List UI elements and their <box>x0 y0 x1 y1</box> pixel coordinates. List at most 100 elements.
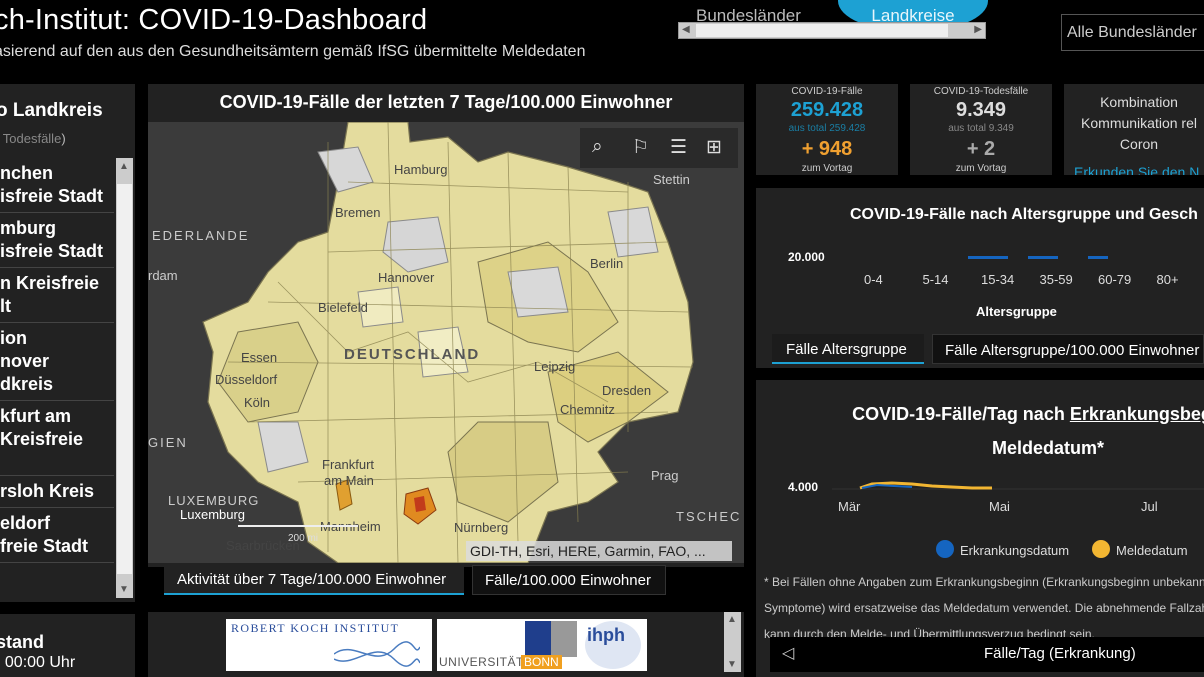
chevron-left-icon[interactable]: ◁ <box>782 643 794 663</box>
kpi-cases-sub: aus total 259.428 <box>788 123 866 134</box>
scroll-left-icon[interactable]: ◀ <box>682 24 690 35</box>
kpi-cases-value: 259.428 <box>790 99 864 121</box>
list-item[interactable]: ion nover dkreis <box>0 323 114 401</box>
kpi-cases-card: COVID-19-Fälle 259.428 aus total 259.428… <box>756 84 898 175</box>
map-canvas[interactable]: Hamburg Bremen Hannover Berlin Bielefeld… <box>148 122 744 563</box>
daily-chart-title: COVID-19-Fälle/Tag nach Erkrankungsbegin… <box>770 397 1204 465</box>
stand-title: stand <box>0 632 45 652</box>
map-label-frankfurt-2: am Main <box>324 473 374 488</box>
info-link[interactable]: Erkunden Sie den N <box>1074 164 1199 175</box>
legend-erkrankung-dot[interactable] <box>936 540 954 558</box>
tab-faelle-altersgruppe[interactable]: Fälle Altersgruppe <box>772 334 924 364</box>
daily-nav-bar: ◁ Fälle/Tag (Erkrankung) <box>770 637 1204 672</box>
map-label-tschechien: TSCHEC <box>676 509 741 524</box>
tab-aktivitaet-7-tage[interactable]: Aktivität über 7 Tage/100.000 Einwohner <box>164 565 464 595</box>
landkreis-list: nchen isfreie Stadt mburg isfreie Stadt … <box>0 158 114 563</box>
rki-logo[interactable]: ROBERT KOCH INSTITUT <box>226 619 432 671</box>
map-label-frankfurt: Frankfurt <box>322 457 374 472</box>
scrollbar-thumb[interactable] <box>696 24 948 37</box>
age-tick-label: 60-79 <box>1098 272 1132 287</box>
daily-chart-ytick: 4.000 <box>788 480 819 494</box>
scroll-right-icon[interactable]: ▶ <box>974 24 982 35</box>
map-label-bremen: Bremen <box>335 205 381 220</box>
age-tick-label: 0-4 <box>864 272 883 287</box>
scroll-down-icon[interactable]: ▼ <box>119 584 129 595</box>
legend-list-icon[interactable]: ☰ <box>670 136 687 159</box>
dashboard-subtitle: asierend auf den aus den Gesundheitsämte… <box>0 43 586 60</box>
dashboard-title: ch-Institut: COVID-19-Dashboard <box>0 4 428 36</box>
list-item[interactable]: n Kreisfreie lt <box>0 268 114 323</box>
scroll-down-icon[interactable]: ▼ <box>727 659 737 670</box>
age-chart-axis <box>838 256 1204 259</box>
germany-map[interactable]: Hamburg Bremen Hannover Berlin Bielefeld… <box>148 122 744 563</box>
map-label-deutschland: DEUTSCHLAND <box>344 346 480 363</box>
legend-meldedatum-label[interactable]: Meldedatum <box>1116 543 1188 558</box>
uni-bonn-emblem-gray <box>551 621 577 657</box>
scroll-up-icon[interactable]: ▲ <box>119 161 129 172</box>
kpi-deaths-delta: + 2 <box>966 138 996 160</box>
kpi-deaths-footer: zum Vortag <box>955 163 1007 174</box>
daily-nav-label: Fälle/Tag (Erkrankung) <box>984 645 1136 662</box>
kpi-cases-delta: + 948 <box>801 138 853 160</box>
kpi-deaths-label: COVID-19-Todesfälle <box>933 86 1029 97</box>
map-label-nuernberg: Nürnberg <box>454 520 508 535</box>
list-item[interactable]: kfurt am Kreisfreie <box>0 401 114 476</box>
list-item[interactable]: rsloh Kreis <box>0 476 114 508</box>
map-label-koeln: Köln <box>244 395 270 410</box>
map-label-leipzig: Leipzig <box>534 359 575 374</box>
list-subtitle-close: ) <box>61 131 66 146</box>
list-scrollbar[interactable]: ▲ ▼ <box>116 158 133 598</box>
map-label-nederland: EDERLANDE <box>152 228 249 243</box>
tab-faelle-altersgruppe-100000[interactable]: Fälle Altersgruppe/100.000 Einwohner <box>932 334 1204 364</box>
map-toolbar: ⌕ ⚐ ☰ ⊞ <box>580 128 738 168</box>
list-subtitle-deaths: Todesfälle <box>2 131 62 146</box>
list-item[interactable]: nchen isfreie Stadt <box>0 158 114 213</box>
daily-chart-plot[interactable] <box>832 478 1204 494</box>
list-title: o Landkreis <box>0 100 103 121</box>
search-icon[interactable]: ⌕ <box>592 136 603 158</box>
map-label-amsterdam: rdam <box>148 268 178 283</box>
map-title: COVID-19-Fälle der letzten 7 Tage/100.00… <box>219 92 673 112</box>
daily-tick-label: Jul <box>1141 499 1158 514</box>
map-label-hamburg: Hamburg <box>394 162 447 177</box>
age-chart-title: COVID-19-Fälle nach Altersgruppe und Ges… <box>850 206 1198 223</box>
bundesland-select[interactable]: Alle Bundesländer <box>1061 14 1204 51</box>
horizontal-scrollbar[interactable]: ◀ ▶ <box>678 22 986 39</box>
map-label-belgien: GIEN <box>148 435 188 450</box>
kpi-cases-footer: zum Vortag <box>801 163 853 174</box>
map-label-berlin: Berlin <box>590 256 623 271</box>
map-label-prag: Prag <box>651 468 678 483</box>
info-text: Kombination Kommunikation rel Coron <box>1081 94 1197 152</box>
uni-logo-text: UNIVERSITÄT <box>439 655 524 669</box>
info-text-card: Kombination Kommunikation rel Coron Erku… <box>1064 84 1204 175</box>
legend-meldedatum-dot[interactable] <box>1092 540 1110 558</box>
tab-faelle-100000[interactable]: Fälle/100.000 Einwohner <box>472 565 666 595</box>
bookmark-icon[interactable]: ⚐ <box>632 136 649 159</box>
map-label-bielefeld: Bielefeld <box>318 300 368 315</box>
map-label-luxemburg-country: LUXEMBURG <box>168 493 259 508</box>
logo-scrollbar[interactable]: ▲ ▼ <box>724 612 741 672</box>
daily-title-link[interactable]: Erkrankungsbeginn <box>1070 404 1204 424</box>
basemap-grid-icon[interactable]: ⊞ <box>706 136 722 159</box>
map-attribution[interactable]: GDI-TH, Esri, HERE, Garmin, FAO, ... <box>466 541 732 561</box>
legend-erkrankung-label[interactable]: Erkrankungsdatum <box>960 543 1069 558</box>
daily-title-c: Meldedatum* <box>991 438 1105 458</box>
scrollbar-thumb[interactable] <box>117 184 132 574</box>
map-label-duesseldorf: Düsseldorf <box>215 372 278 387</box>
list-item[interactable]: eldorf freie Stadt <box>0 508 114 563</box>
scroll-up-icon[interactable]: ▲ <box>727 614 737 625</box>
map-label-chemnitz: Chemnitz <box>560 402 615 417</box>
uni-bonn-logo[interactable]: UNIVERSITÄT BONN ihph <box>437 619 647 671</box>
uni-logo-bonn: BONN <box>521 655 562 669</box>
map-label-stettin: Stettin <box>653 172 690 187</box>
daily-tick-label: Mai <box>989 499 1010 514</box>
age-tick-label: 5-14 <box>922 272 949 287</box>
rki-logo-text: ROBERT KOCH INSTITUT <box>231 621 400 635</box>
list-item[interactable]: mburg isfreie Stadt <box>0 213 114 268</box>
age-chart-xlabel: Altersgruppe <box>976 304 1057 319</box>
daily-title-a: COVID-19-Fälle/Tag nach <box>852 404 1070 424</box>
daily-footnote: * Bei Fällen ohne Angaben zum Erkrankung… <box>764 575 1204 641</box>
kpi-deaths-sub: aus total 9.349 <box>948 123 1014 134</box>
map-label-luxemburg: Luxemburg <box>180 507 245 522</box>
map-label-hannover: Hannover <box>378 270 435 285</box>
